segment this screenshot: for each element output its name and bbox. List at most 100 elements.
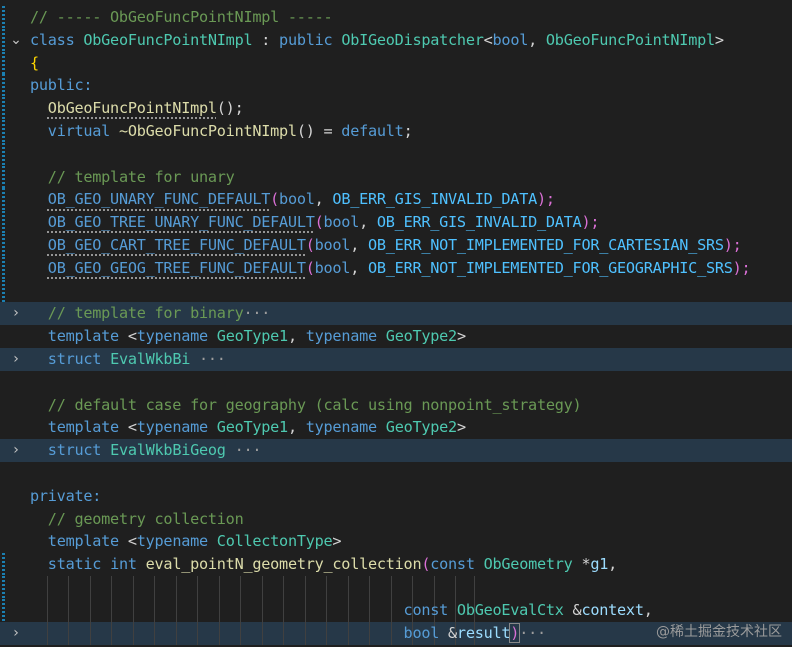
code-line[interactable] [0, 279, 792, 303]
code-line[interactable]: // default case for geography (calc usin… [0, 394, 792, 417]
code-token: template [47, 327, 128, 346]
code-line[interactable]: › struct EvalWkbBiGeog ··· [0, 439, 792, 463]
line-gutter [0, 120, 28, 143]
code-token: , [287, 327, 306, 346]
code-token: bool [323, 213, 360, 232]
code-token: struct [47, 441, 111, 460]
code-token: GeoType2 [385, 327, 457, 346]
code-token: // default case for geography (calc usin… [47, 395, 582, 414]
line-gutter [0, 51, 28, 75]
code-token: const [403, 600, 457, 619]
modified-line-marker [2, 51, 5, 75]
code-line[interactable]: public: [0, 74, 792, 98]
code-line[interactable]: // ----- ObGeoFuncPointNImpl ----- [0, 6, 792, 29]
code-token: ~ObGeoFuncPointNImpl [118, 122, 297, 140]
code-line[interactable]: ObGeoFuncPointNImpl(); [0, 97, 792, 121]
code-line[interactable]: OB_GEO_GEOG_TREE_FUNC_DEFAULT(bool, OB_E… [0, 256, 792, 280]
indent-guide [283, 576, 284, 599]
folded-ellipsis[interactable]: ··· [226, 441, 262, 459]
code-token: typename [305, 418, 386, 437]
code-line[interactable]: static int eval_pointN_geometry_collecti… [0, 553, 792, 577]
code-line[interactable] [0, 462, 792, 485]
modified-line-marker [2, 234, 5, 257]
code-line[interactable]: // template for unary [0, 165, 792, 189]
line-gutter: ⌄ [0, 28, 28, 52]
code-line[interactable]: private: [0, 485, 792, 508]
code-text: static int eval_pointN_geometry_collecti… [30, 553, 618, 576]
code-text: struct EvalWkbBi ··· [30, 348, 226, 371]
indent-guide [326, 576, 327, 599]
code-line[interactable]: template <typename GeoType1, typename Ge… [0, 325, 792, 348]
indent-guide [474, 576, 475, 599]
code-line[interactable]: template <typename GeoType1, typename Ge… [0, 416, 792, 439]
code-token: bool [314, 236, 351, 254]
indent-guide [197, 576, 198, 599]
line-gutter [0, 462, 28, 485]
indent-guide [262, 576, 263, 599]
code-token: class [30, 30, 84, 49]
code-line[interactable]: › // template for binary··· [0, 302, 792, 326]
code-token: bool [314, 258, 351, 277]
code-token: ( [270, 190, 280, 209]
line-gutter: › [0, 302, 28, 325]
code-text: private: [30, 485, 101, 508]
fold-expanded-chevron-icon[interactable]: ⌄ [10, 29, 22, 52]
code-token: template [47, 532, 128, 551]
code-line[interactable]: // geometry collection [0, 508, 792, 531]
code-line[interactable]: OB_GEO_TREE_UNARY_FUNC_DEFAULT(bool, OB_… [0, 211, 792, 235]
code-line[interactable]: virtual ~ObGeoFuncPointNImpl() = default… [0, 120, 792, 143]
line-gutter [0, 371, 28, 394]
code-line[interactable] [0, 371, 792, 394]
fold-collapsed-chevron-icon[interactable]: › [10, 622, 22, 645]
code-line[interactable] [0, 142, 792, 166]
code-text: { [30, 52, 39, 75]
code-line[interactable]: { [0, 51, 792, 75]
code-text: OB_GEO_GEOG_TREE_FUNC_DEFAULT(bool, OB_E… [30, 257, 751, 280]
line-gutter [0, 576, 28, 599]
code-text: const ObGeoEvalCtx &context, [30, 599, 653, 622]
code-token: public [279, 30, 342, 49]
code-line[interactable]: OB_GEO_UNARY_FUNC_DEFAULT(bool, OB_ERR_G… [0, 188, 792, 212]
code-line[interactable]: › struct EvalWkbBi ··· [0, 348, 792, 371]
code-text: struct EvalWkbBiGeog ··· [30, 439, 262, 462]
code-line[interactable] [0, 576, 792, 599]
code-token: ( [421, 555, 431, 574]
code-editor[interactable]: // ----- ObGeoFuncPointNImpl ----- ⌄ class… [0, 0, 792, 647]
folded-ellipsis[interactable]: ··· [519, 624, 546, 642]
code-token: GeoType1 [216, 418, 288, 437]
code-text: // geometry collection [30, 508, 244, 531]
indent-guide [240, 576, 241, 599]
modified-line-marker [2, 188, 5, 212]
code-token: struct [47, 350, 111, 368]
folded-ellipsis[interactable]: ··· [190, 350, 226, 368]
indent-guide [305, 576, 306, 599]
code-token: > [332, 532, 342, 551]
fold-collapsed-chevron-icon[interactable]: › [10, 348, 22, 371]
code-token: ) [509, 622, 521, 643]
line-gutter [0, 74, 28, 98]
indent-guide [47, 576, 48, 599]
code-line[interactable]: ⌄ class ObGeoFuncPointNImpl : public ObIG… [0, 28, 792, 52]
line-gutter [0, 485, 28, 508]
fold-collapsed-chevron-icon[interactable]: › [10, 302, 22, 325]
line-gutter [0, 142, 28, 166]
code-token: OB_ERR_GIS_INVALID_DATA [332, 190, 537, 209]
line-gutter [0, 598, 28, 622]
code-line[interactable]: OB_GEO_CART_TREE_FUNC_DEFAULT(bool, OB_E… [0, 234, 792, 257]
code-token: EvalWkbBi [110, 350, 191, 368]
folded-ellipsis[interactable]: ··· [243, 304, 270, 322]
code-line[interactable]: const ObGeoEvalCtx &context, [0, 598, 792, 622]
code-token: & [448, 623, 457, 642]
modified-line-marker [2, 28, 5, 52]
indent-guide [90, 576, 91, 599]
modified-line-marker [2, 211, 5, 235]
fold-collapsed-chevron-icon[interactable]: › [10, 439, 22, 462]
code-line[interactable]: template <typename CollectonType> [0, 530, 792, 553]
modified-line-marker [2, 256, 5, 280]
indent-guide [455, 576, 456, 599]
